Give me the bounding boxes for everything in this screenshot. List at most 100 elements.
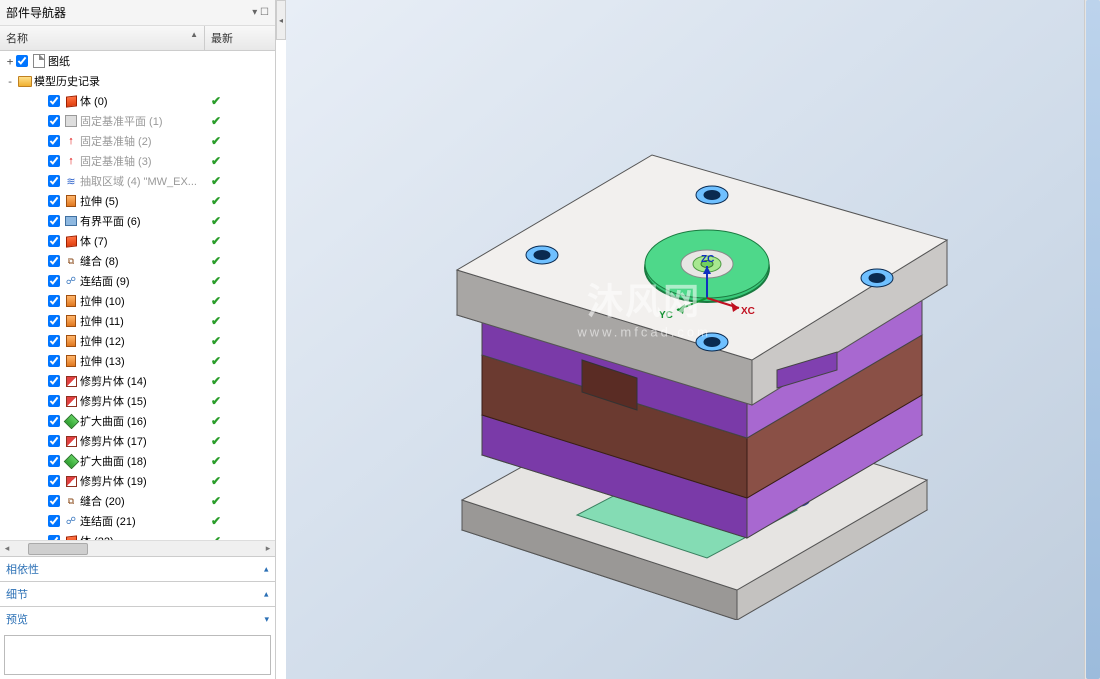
- sort-icon[interactable]: ▲: [190, 30, 198, 39]
- tree-row[interactable]: ⧉缝合 (8)✔: [0, 251, 275, 271]
- check-icon: ✔: [211, 194, 221, 208]
- node-label: 扩大曲面 (18): [80, 453, 147, 469]
- tree-row[interactable]: ↑固定基准轴 (2)✔: [0, 131, 275, 151]
- tree-row[interactable]: +图纸: [0, 51, 275, 71]
- panel-menu-icon[interactable]: ▾ ☐: [252, 7, 269, 18]
- visibility-checkbox[interactable]: [48, 435, 60, 447]
- node-label: 体 (22): [80, 533, 114, 540]
- tree-row[interactable]: 修剪片体 (17) ✔: [0, 431, 275, 451]
- visibility-checkbox[interactable]: [48, 195, 60, 207]
- tree-row[interactable]: ☍连结面 (21)✔: [0, 511, 275, 531]
- part-navigator-panel: 部件导航器 ▾ ☐ 名称 ▲ 最新 +图纸 - 模型历史记录体 (0)✔固定基准平面…: [0, 0, 276, 679]
- sew-icon: ⧉: [64, 494, 78, 508]
- check-icon: ✔: [211, 334, 221, 348]
- scroll-right-icon[interactable]: ▸: [261, 543, 275, 554]
- axis-icon: ↑: [64, 134, 78, 148]
- node-label: 连结面 (9): [80, 273, 130, 289]
- tree-row[interactable]: ↑固定基准轴 (3)✔: [0, 151, 275, 171]
- tree-row[interactable]: 拉伸 (11)✔: [0, 311, 275, 331]
- visibility-checkbox[interactable]: [48, 295, 60, 307]
- chevron-down-icon: ▾: [264, 589, 269, 600]
- panel-title-bar: 部件导航器 ▾ ☐: [0, 0, 275, 26]
- plane-icon: [64, 114, 78, 128]
- visibility-checkbox[interactable]: [48, 515, 60, 527]
- column-latest[interactable]: 最新: [205, 26, 275, 50]
- surf-icon: [64, 214, 78, 228]
- visibility-checkbox[interactable]: [48, 335, 60, 347]
- folder-icon: [18, 74, 32, 88]
- check-icon: ✔: [211, 434, 221, 448]
- tree-row[interactable]: ☍连结面 (9)✔: [0, 271, 275, 291]
- tree-row[interactable]: 有界平面 (6)✔: [0, 211, 275, 231]
- sidebar-collapse-handle[interactable]: ◂: [276, 0, 286, 40]
- check-icon: ✔: [211, 174, 221, 188]
- tree-row[interactable]: ⧉缝合 (20)✔: [0, 491, 275, 511]
- scroll-thumb[interactable]: [28, 543, 88, 555]
- section-preview[interactable]: 预览 ▾: [0, 606, 275, 631]
- tree-body[interactable]: +图纸-模型历史记录体 (0)✔固定基准平面 (1)✔↑固定基准轴 (2)✔↑固…: [0, 51, 275, 540]
- node-label: 体 (7): [80, 233, 108, 249]
- 3d-viewport[interactable]: ZC XC YC 沐风网 www.mfcad.com: [286, 0, 1100, 679]
- section-dependency[interactable]: 相依性 ▾: [0, 556, 275, 581]
- tree-row[interactable]: - 模型历史记录: [0, 71, 275, 91]
- column-name[interactable]: 名称 ▲: [0, 26, 205, 50]
- tree-row[interactable]: ≋抽取区域 (4) "MW_EX...✔: [0, 171, 275, 191]
- check-icon: ✔: [211, 214, 221, 228]
- section-details[interactable]: 细节 ▾: [0, 581, 275, 606]
- node-label: 拉伸 (5): [80, 193, 119, 209]
- node-label: 修剪片体 (17): [80, 433, 147, 449]
- visibility-checkbox[interactable]: [48, 235, 60, 247]
- tree-row[interactable]: 拉伸 (12)✔: [0, 331, 275, 351]
- node-label: 连结面 (21): [80, 513, 136, 529]
- viewport-vertical-scrollbar[interactable]: [1084, 0, 1100, 679]
- tree-row[interactable]: 拉伸 (13)✔: [0, 351, 275, 371]
- check-icon: ✔: [211, 234, 221, 248]
- node-label: 固定基准轴 (3): [80, 153, 152, 169]
- visibility-checkbox[interactable]: [48, 95, 60, 107]
- scroll-left-icon[interactable]: ◂: [0, 543, 14, 554]
- tree-row[interactable]: 固定基准平面 (1)✔: [0, 111, 275, 131]
- extrude-icon: [64, 294, 78, 308]
- node-label: 模型历史记录: [34, 73, 100, 89]
- tree-row[interactable]: 体 (0)✔: [0, 91, 275, 111]
- visibility-checkbox[interactable]: [48, 395, 60, 407]
- visibility-checkbox[interactable]: [48, 375, 60, 387]
- tree-row[interactable]: 拉伸 (10)✔: [0, 291, 275, 311]
- visibility-checkbox[interactable]: [48, 215, 60, 227]
- tree-row[interactable]: 扩大曲面 (16)✔: [0, 411, 275, 431]
- visibility-checkbox[interactable]: [48, 495, 60, 507]
- tree-row[interactable]: 修剪片体 (14)✔: [0, 371, 275, 391]
- visibility-checkbox[interactable]: [16, 55, 28, 67]
- visibility-checkbox[interactable]: [48, 415, 60, 427]
- check-icon: ✔: [211, 374, 221, 388]
- tree-row[interactable]: 修剪片体 (19)✔: [0, 471, 275, 491]
- visibility-checkbox[interactable]: [48, 455, 60, 467]
- visibility-checkbox[interactable]: [48, 475, 60, 487]
- visibility-checkbox[interactable]: [48, 355, 60, 367]
- check-icon: ✔: [211, 394, 221, 408]
- link-icon: ☍: [64, 514, 78, 528]
- visibility-checkbox[interactable]: [48, 315, 60, 327]
- node-label: 修剪片体 (19): [80, 473, 147, 489]
- visibility-checkbox[interactable]: [48, 175, 60, 187]
- visibility-checkbox[interactable]: [48, 155, 60, 167]
- 3d-model[interactable]: ZC XC YC: [367, 60, 987, 620]
- tree-row[interactable]: 扩大曲面 (18) ✔: [0, 451, 275, 471]
- expander-icon[interactable]: +: [4, 55, 16, 68]
- visibility-checkbox[interactable]: [48, 255, 60, 267]
- node-label: 缝合 (20): [80, 493, 125, 509]
- tree-row[interactable]: 体 (22)✔: [0, 531, 275, 540]
- scroll-thumb[interactable]: [1086, 0, 1100, 679]
- expander-icon[interactable]: -: [4, 75, 16, 88]
- visibility-checkbox[interactable]: [48, 115, 60, 127]
- tree-row[interactable]: 体 (7) ✔: [0, 231, 275, 251]
- tree-row[interactable]: 修剪片体 (15)✔: [0, 391, 275, 411]
- visibility-checkbox[interactable]: [48, 275, 60, 287]
- tree-row[interactable]: 拉伸 (5) ✔: [0, 191, 275, 211]
- cube-icon: [64, 234, 78, 248]
- node-label: 固定基准轴 (2): [80, 133, 152, 149]
- check-icon: ✔: [211, 454, 221, 468]
- horizontal-scrollbar[interactable]: ◂ ▸: [0, 540, 275, 556]
- visibility-checkbox[interactable]: [48, 135, 60, 147]
- axis-icon: ↑: [64, 154, 78, 168]
